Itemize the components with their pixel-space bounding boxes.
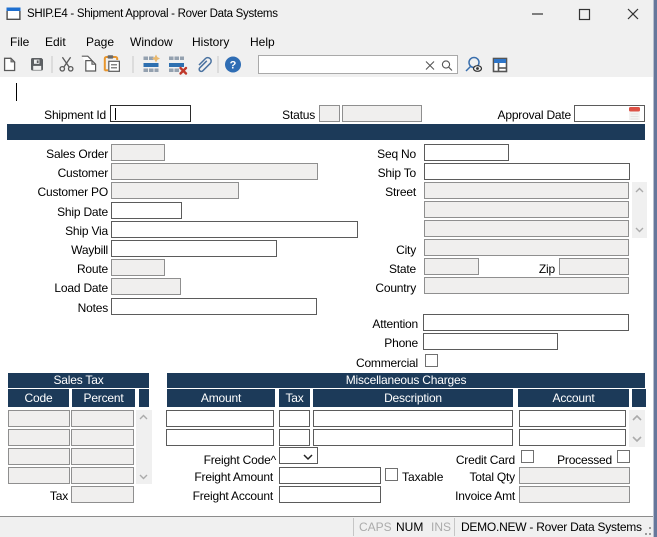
svg-text:?: ? bbox=[230, 60, 237, 72]
